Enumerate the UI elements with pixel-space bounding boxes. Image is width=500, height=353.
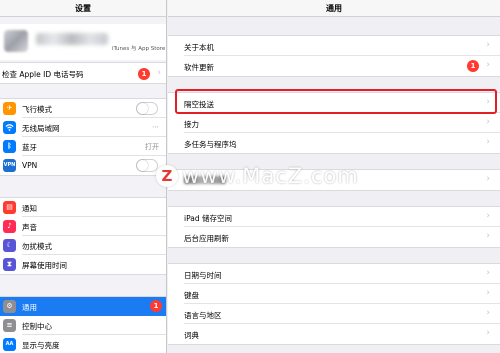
chevron-right-icon: ›: [486, 60, 490, 70]
handoff-row[interactable]: 接力 ›: [168, 113, 500, 133]
chevron-right-icon: ›: [486, 288, 490, 298]
sidebar-item-do-not-disturb[interactable]: ☾ 勿扰模式: [0, 236, 166, 255]
profile-subtitle: iTunes 与 App Store: [112, 46, 166, 52]
ipad-storage-row[interactable]: iPad 储存空间 ›: [168, 207, 500, 227]
chevron-right-icon: ›: [486, 117, 490, 127]
about-row[interactable]: 关于本机 ›: [168, 36, 500, 56]
row-label: 软件更新: [184, 63, 214, 72]
hourglass-icon: ⧗: [3, 258, 16, 271]
chevron-right-icon: ›: [486, 174, 490, 184]
sound-icon: ♪: [3, 220, 16, 233]
row-label: 隔空投送: [184, 100, 214, 109]
general-badge: 1: [150, 300, 162, 312]
moon-icon: ☾: [3, 239, 16, 252]
keyboard-row[interactable]: 键盘 ›: [168, 284, 500, 304]
language-region-row[interactable]: 语言与地区 ›: [168, 304, 500, 324]
connectivity-group: ✈ 飞行模式 无线局域网 ⋯ ᛒ 蓝牙 打开 VPN VPN: [0, 98, 166, 176]
date-time-row[interactable]: 日期与时间 ›: [168, 264, 500, 284]
blurred-account-name: [36, 33, 108, 45]
background-refresh-row[interactable]: 后台应用刷新 ›: [168, 227, 500, 247]
chevron-right-icon: ›: [486, 328, 490, 338]
airplane-icon: ✈: [3, 102, 16, 115]
row-label: iPad 储存空间: [184, 214, 233, 223]
row-label: 语言与地区: [184, 311, 222, 320]
bluetooth-icon: ᛒ: [3, 140, 16, 153]
row-label: 键盘: [184, 291, 199, 300]
row-label: 日期与时间: [184, 271, 222, 280]
row-label: 词典: [184, 331, 199, 340]
sidebar-item-label: 显示与亮度: [22, 341, 60, 350]
sidebar-item-label: 蓝牙: [22, 143, 37, 152]
sidebar-item-wifi[interactable]: 无线局域网 ⋯: [0, 118, 166, 137]
about-group: 关于本机 › 软件更新 1 ›: [168, 35, 500, 77]
display-icon: AA: [3, 338, 16, 351]
chevron-right-icon: ›: [486, 268, 490, 278]
sidebar-item-label: 勿扰模式: [22, 242, 52, 251]
storage-group: iPad 储存空间 › 后台应用刷新 ›: [168, 206, 500, 248]
sidebar-item-screen-time[interactable]: ⧗ 屏幕使用时间: [0, 255, 166, 274]
apple-id-profile[interactable]: [0, 24, 166, 60]
sidebar-item-display[interactable]: AA 显示与亮度: [0, 335, 166, 353]
airplane-mode-toggle[interactable]: [136, 102, 158, 115]
sidebar-item-vpn[interactable]: VPN VPN: [0, 156, 166, 175]
sidebar-item-label: 通用: [22, 303, 37, 312]
sidebar-item-notifications[interactable]: ▤ 通知: [0, 198, 166, 217]
check-apple-id-row[interactable]: 检查 Apple ID 电话号码 1 ›: [0, 62, 166, 84]
software-update-row[interactable]: 软件更新 1 ›: [168, 56, 500, 76]
sidebar-item-bluetooth[interactable]: ᛒ 蓝牙 打开: [0, 137, 166, 156]
page-title: 通用: [168, 0, 500, 17]
vpn-toggle[interactable]: [136, 159, 158, 172]
software-update-badge: 1: [467, 60, 479, 72]
avatar: [4, 30, 28, 52]
continuity-group: 隔空投送 › 接力 › 多任务与程序坞 ›: [168, 92, 500, 154]
sidebar-item-label: 飞行模式: [22, 105, 52, 114]
airdrop-row[interactable]: 隔空投送 ›: [168, 93, 500, 113]
sidebar-item-sounds[interactable]: ♪ 声音: [0, 217, 166, 236]
sidebar-item-general[interactable]: ⚙ 通用 1: [0, 297, 166, 316]
chevron-right-icon: ›: [486, 231, 490, 241]
multitasking-row[interactable]: 多任务与程序坞 ›: [168, 133, 500, 153]
gear-icon: ⚙: [3, 300, 16, 313]
sidebar-item-airplane-mode[interactable]: ✈ 飞行模式: [0, 99, 166, 118]
notification-badge: 1: [138, 68, 150, 80]
row-label: 接力: [184, 120, 199, 129]
blurred-row[interactable]: ›: [168, 170, 500, 190]
notifications-icon: ▤: [3, 201, 16, 214]
chevron-right-icon: ›: [486, 211, 490, 221]
row-label: 多任务与程序坞: [184, 140, 237, 149]
general-group: ⚙ 通用 1 ≡ 控制中心 AA 显示与亮度: [0, 296, 166, 353]
wifi-icon: [3, 121, 16, 134]
accessibility-group: ›: [168, 169, 500, 191]
check-apple-id-label: 检查 Apple ID 电话号码: [2, 70, 84, 79]
locale-group: 日期与时间 › 键盘 › 语言与地区 › 词典 ›: [168, 263, 500, 345]
chevron-right-icon: ›: [486, 137, 490, 147]
sidebar-item-label: 声音: [22, 223, 37, 232]
chevron-right-icon: ›: [157, 68, 161, 78]
sidebar-item-label: VPN: [22, 161, 38, 170]
notifications-group: ▤ 通知 ♪ 声音 ☾ 勿扰模式 ⧗ 屏幕使用时间: [0, 197, 166, 275]
vpn-icon: VPN: [3, 159, 16, 172]
row-label: 关于本机: [184, 43, 214, 52]
dictionary-row[interactable]: 词典 ›: [168, 324, 500, 344]
blurred-row-label: [184, 176, 226, 184]
row-label: 后台应用刷新: [184, 234, 229, 243]
wifi-network-name: ⋯: [152, 123, 159, 131]
sidebar-item-label: 屏幕使用时间: [22, 261, 67, 270]
sidebar-item-label: 通知: [22, 204, 37, 213]
bluetooth-status: 打开: [145, 143, 159, 151]
sidebar-item-label: 控制中心: [22, 322, 52, 331]
chevron-right-icon: ›: [486, 308, 490, 318]
sidebar-item-label: 无线局域网: [22, 124, 60, 133]
chevron-right-icon: ›: [486, 97, 490, 107]
sidebar-item-control-center[interactable]: ≡ 控制中心: [0, 316, 166, 335]
control-center-icon: ≡: [3, 319, 16, 332]
general-settings-pane: 通用 关于本机 › 软件更新 1 › 隔空投送 › 接力 › 多任务与程序坞 ›: [168, 0, 500, 353]
settings-sidebar: 设置 iTunes 与 App Store 检查 Apple ID 电话号码 1…: [0, 0, 167, 353]
chevron-right-icon: ›: [486, 40, 490, 50]
sidebar-title: 设置: [0, 0, 166, 17]
